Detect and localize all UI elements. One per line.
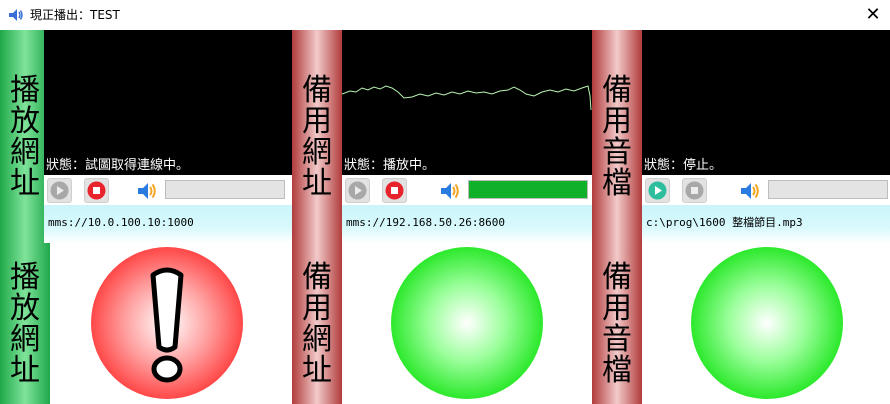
panel-1-label-char: 放: [10, 103, 40, 139]
panel-3-label-char: 音: [602, 321, 632, 357]
panel-2-volume-bar[interactable]: [468, 180, 588, 199]
play-icon: [50, 181, 69, 200]
panel-2-url-row: mms://192.168.50.26:8600: [342, 205, 592, 243]
panel-1-label-char: 址: [10, 352, 40, 388]
panel-3-label-char: 用: [602, 103, 632, 139]
panel-1-label-char: 網: [10, 134, 40, 170]
panel-2-label-top: 備 用 網 址: [292, 30, 342, 243]
panel-2-label-char: 備: [302, 72, 332, 108]
panel-1-url: mms://10.0.100.10:1000: [48, 216, 194, 229]
panel-2-play-button[interactable]: [345, 178, 370, 203]
panel-1-status: 狀態：試圖取得連線中。: [46, 158, 190, 173]
title-bar: 現正播出：TEST ✕: [0, 0, 890, 30]
panel-3-waveform-screen: 狀態：停止。: [642, 30, 890, 175]
panel-1-volume-bar[interactable]: [165, 180, 285, 199]
stop-icon: [385, 181, 404, 200]
panel-2-status-indicator: [391, 247, 543, 399]
panel-1-url-row: mms://10.0.100.10:1000: [44, 205, 292, 243]
panel-1-label-top: 播 放 網 址: [0, 30, 50, 243]
panel-2-waveform-screen: 狀態：播放中。: [342, 30, 592, 175]
panel-2-url: mms://192.168.50.26:8600: [346, 216, 505, 229]
panel-3-status: 狀態：停止。: [644, 158, 723, 173]
panel-2-label-char: 網: [302, 134, 332, 170]
stop-icon: [685, 181, 704, 200]
panel-3-label-bottom: 備 用 音 檔: [592, 243, 642, 404]
panel-1-label-char: 放: [10, 290, 40, 326]
volume-icon[interactable]: [136, 181, 158, 201]
panel-2-label-char: 網: [302, 321, 332, 357]
exclamation-icon: [150, 267, 184, 383]
panel-1-controls: [44, 175, 292, 205]
panel-2-label-char: 備: [302, 259, 332, 295]
volume-icon[interactable]: [739, 181, 761, 201]
panel-1-play-button[interactable]: [47, 178, 72, 203]
stop-icon: [87, 181, 106, 200]
panel-2-label-char: 用: [302, 103, 332, 139]
panel-3-stop-button[interactable]: [682, 178, 707, 203]
panel-3-label-char: 備: [602, 72, 632, 108]
close-button[interactable]: ✕: [856, 3, 890, 27]
panel-2-label-char: 用: [302, 290, 332, 326]
panel-2-stop-button[interactable]: [382, 178, 407, 203]
close-icon: ✕: [865, 4, 881, 25]
panel-3-label-char: 檔: [602, 352, 632, 388]
volume-icon[interactable]: [439, 181, 461, 201]
panel-1-label-char: 網: [10, 321, 40, 357]
window-title: 現正播出：TEST: [30, 8, 120, 22]
panel-2-controls: [342, 175, 592, 205]
panel-2-volume-fill: [469, 181, 587, 198]
panel-1-label-char: 播: [10, 72, 40, 108]
panel-1-status-indicator: [91, 247, 243, 399]
panel-3-url: c:\prog\1600 整檔節目.mp3: [646, 216, 803, 229]
play-icon: [348, 181, 367, 200]
panel-1-label-char: 址: [10, 165, 40, 201]
panel-3-play-button[interactable]: [645, 178, 670, 203]
panel-2-status: 狀態：播放中。: [344, 158, 436, 173]
panel-3-url-row: c:\prog\1600 整檔節目.mp3: [642, 205, 890, 243]
panel-3-controls: [642, 175, 890, 205]
panel-2-waveform: [342, 85, 592, 111]
panel-1-label-bottom: 播 放 網 址: [0, 243, 50, 404]
panel-3-label-char: 檔: [602, 165, 632, 201]
panel-1-stop-button[interactable]: [84, 178, 109, 203]
panel-1-waveform-screen: 狀態：試圖取得連線中。: [44, 30, 292, 175]
panel-3-volume-bar[interactable]: [768, 180, 888, 199]
panel-3-label-char: 備: [602, 259, 632, 295]
speaker-app-icon: [9, 9, 23, 21]
panel-1-label-char: 播: [10, 259, 40, 295]
panel-3-label-top: 備 用 音 檔: [592, 30, 642, 243]
panel-3-status-indicator: [691, 247, 843, 399]
panel-2-label-bottom: 備 用 網 址: [292, 243, 342, 404]
play-icon: [648, 181, 667, 200]
panel-2-label-char: 址: [302, 352, 332, 388]
panel-3-label-char: 用: [602, 290, 632, 326]
panel-3-label-char: 音: [602, 134, 632, 170]
panel-2-label-char: 址: [302, 165, 332, 201]
